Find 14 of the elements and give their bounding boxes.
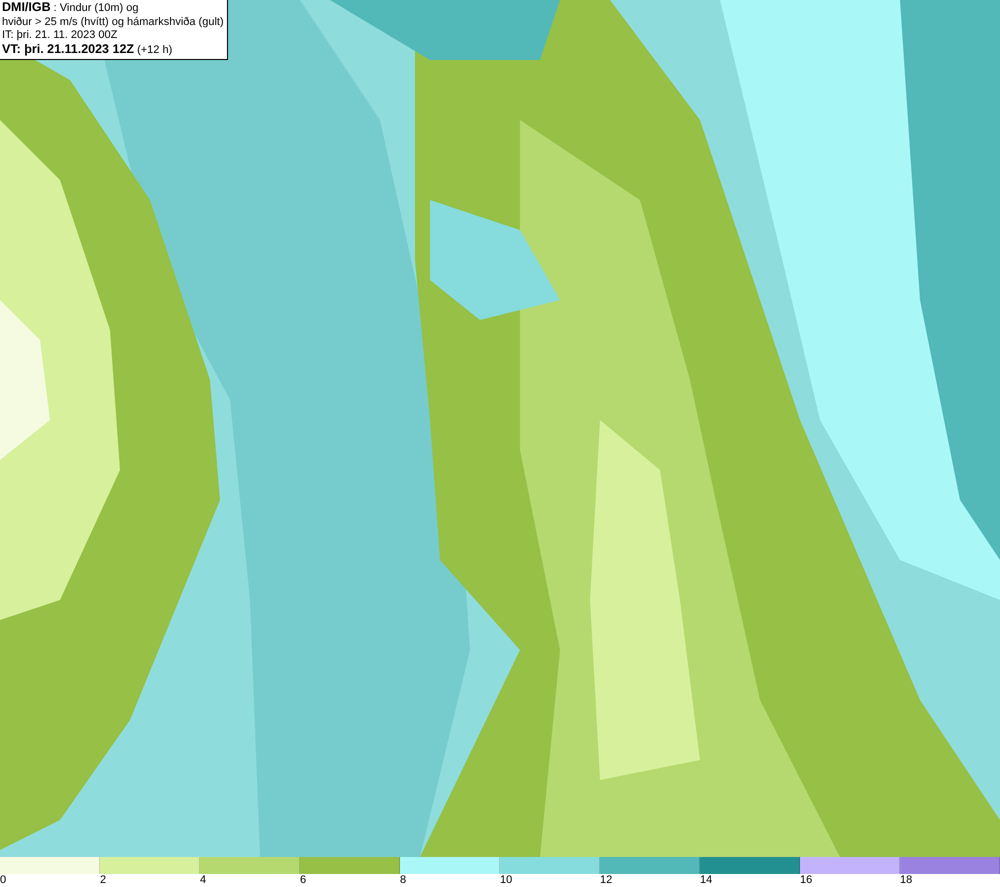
scale-label: 8 (400, 874, 406, 886)
scale-label: 12 (600, 874, 612, 886)
map-caption: IT: þri. 21. 11. 2023 00Z (2, 29, 118, 42)
scale-label: 6 (300, 874, 306, 886)
map-caption: hviður > 25 m/s (hvítt) og hámarkshviða (gult) (2, 16, 224, 29)
map-title: DMI/IGB : Vindur (10m) og (2, 1, 140, 16)
scale-label: 4 (200, 874, 206, 886)
scale-label: 2 (100, 874, 106, 886)
scale-label: 18 (900, 874, 912, 886)
scale-label: 0 (0, 874, 6, 886)
scale-label: 14 (700, 874, 712, 886)
map-title: VT: þri. 21.11.2023 12Z (+12 h) (2, 42, 174, 57)
scale-label: 10 (500, 874, 512, 886)
scale-label: 16 (800, 874, 812, 886)
